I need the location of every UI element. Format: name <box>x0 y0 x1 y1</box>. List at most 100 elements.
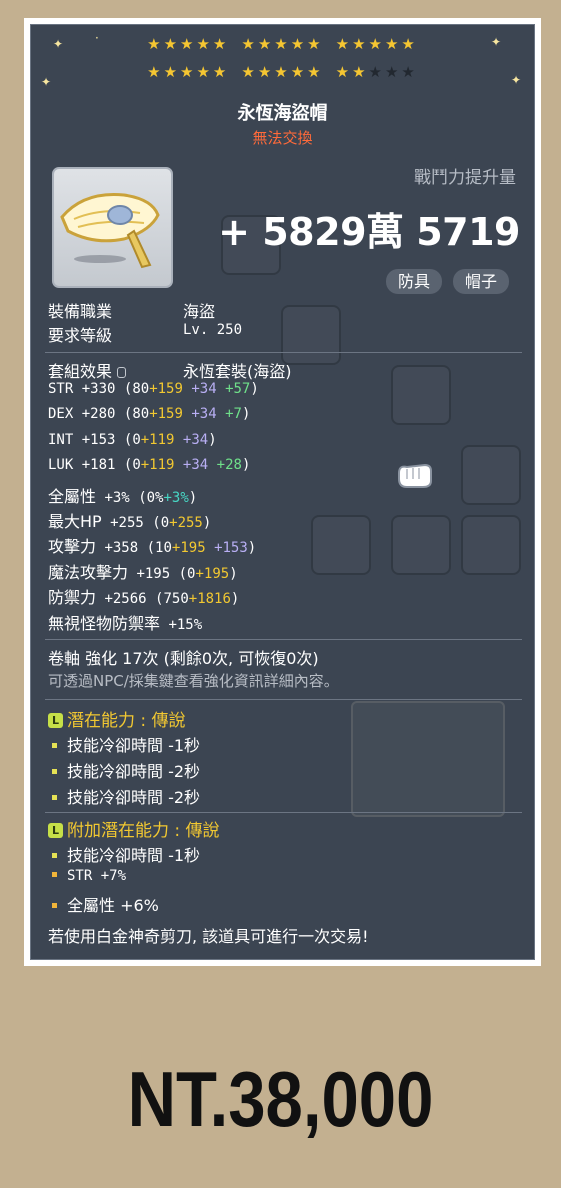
bg-slot <box>391 515 451 575</box>
stat-row: INT +153 (0+119 +34) <box>48 432 217 448</box>
stat-total: +255 <box>110 515 144 531</box>
potential-header-text: 潛在能力 : 傳說 <box>67 711 186 731</box>
stat-close: ) <box>241 457 251 473</box>
star-icon-group: ★★★★★ <box>147 63 230 81</box>
stat-base: (10 <box>146 540 172 556</box>
bg-slot <box>311 515 371 575</box>
stat-name: 無視怪物防禦率 <box>48 614 161 633</box>
set-effect-label-text: 套組效果 <box>48 362 113 381</box>
bullet-icon <box>52 902 57 908</box>
additional-potential-line: STR +7% <box>50 868 126 884</box>
stat-total: +195 <box>136 566 171 582</box>
stat-row: DEX +280 (80+159 +34 +7) <box>48 406 250 422</box>
stat-close: ) <box>241 406 251 422</box>
tag-armor: 防具 <box>386 269 443 294</box>
potential-line-text: 技能冷卻時間 -2秒 <box>67 788 201 807</box>
bg-slot <box>461 515 521 575</box>
divider <box>45 699 522 700</box>
bullet-icon <box>52 742 57 748</box>
stat-base: (0 <box>152 515 170 531</box>
divider <box>45 352 522 353</box>
stat-name: 攻擊力 <box>48 537 97 556</box>
set-effect-label: 套組效果 <box>48 358 132 382</box>
background-sign <box>351 701 505 817</box>
item-name: 永恆海盜帽 <box>237 103 328 124</box>
stat-close: ) <box>250 381 259 397</box>
stat-extra: +34 <box>182 457 209 473</box>
stat-bonus: +255 <box>169 515 203 531</box>
stat-base: (80 <box>123 406 150 422</box>
stat-close: ) <box>188 490 198 506</box>
star-icon-group: ★★★★★ <box>241 63 324 81</box>
stat-row: 魔法攻擊力 +195 (0+195) <box>48 559 238 583</box>
trade-status: 無法交換 <box>252 129 313 147</box>
stat-close: ) <box>230 591 240 607</box>
stat-total: +2566 <box>104 591 147 607</box>
stat-name: INT <box>48 432 74 448</box>
stat-base: (0 <box>123 457 141 473</box>
stat-total: +280 <box>81 406 116 422</box>
scroll-hint: 可透過NPC/採集鍵查看強化資訊詳細內容。 <box>48 672 339 690</box>
stat-extra: +34 <box>182 432 209 448</box>
stat-bonus: +159 <box>149 406 183 422</box>
stat-name: 全屬性 <box>48 487 97 506</box>
stat-starforce: +57 <box>225 381 251 397</box>
stat-starforce: +28 <box>216 457 242 473</box>
power-value: + 5829萬 5719 <box>218 210 520 254</box>
stat-bonus: +3% <box>163 490 189 506</box>
stat-total: +153 <box>81 432 116 448</box>
power-label: 戰鬥力提升量 <box>414 168 516 188</box>
bg-slot <box>391 365 451 425</box>
stat-extra: +34 <box>191 406 217 422</box>
glove-cursor-icon <box>395 459 435 491</box>
stat-close: ) <box>202 515 212 531</box>
stat-base: (0 <box>178 566 196 582</box>
stat-bonus: +119 <box>140 457 175 473</box>
stat-bonus: +159 <box>149 381 183 397</box>
stat-name: STR <box>48 381 74 397</box>
bullet-icon <box>52 852 57 858</box>
stat-close: ) <box>208 432 217 448</box>
scissors-trade-note: 若使用白金神奇剪刀, 該道具可進行一次交易! <box>48 927 369 946</box>
legendary-badge-icon: L <box>48 823 63 838</box>
job-value: 海盜 <box>183 302 216 321</box>
stat-name: DEX <box>48 406 74 422</box>
lock-icon <box>117 367 127 378</box>
additional-potential-line: 全屬性 +6% <box>50 892 159 916</box>
stat-close: ) <box>247 540 257 556</box>
stat-bonus: +1816 <box>188 591 231 607</box>
bg-slot <box>461 445 521 505</box>
stat-total: +3% <box>104 490 130 506</box>
stat-base: (0% <box>138 490 164 506</box>
level-value: Lv. 250 <box>183 322 243 338</box>
potential-header: L 潛在能力 : 傳說 <box>48 706 186 731</box>
additional-line-text: 全屬性 +6% <box>67 896 159 915</box>
stat-total: +181 <box>81 457 116 473</box>
bullet-icon <box>52 794 57 800</box>
scroll-enhance: 卷軸 強化 17次 (剩餘0次, 可恢復0次) <box>48 649 319 668</box>
star-icon-group: ★★★★★ <box>335 63 418 81</box>
stat-base: (80 <box>123 381 150 397</box>
bullet-icon <box>52 872 57 877</box>
potential-line-text: 技能冷卻時間 -2秒 <box>67 762 201 781</box>
stat-row: STR +330 (80+159 +34 +57) <box>48 381 259 397</box>
star-icon-group: ★★★★★ <box>335 35 418 53</box>
potential-line: 技能冷卻時間 -2秒 <box>50 784 200 808</box>
stat-base: (750 <box>155 591 189 607</box>
star-force-row-1: ★★★★★ ★★★★★ ★★★★★ <box>31 35 534 53</box>
stat-name: 魔法攻擊力 <box>48 563 129 582</box>
stat-name: 防禦力 <box>48 588 97 607</box>
star-force-row-2: ★★★★★ ★★★★★ ★★★★★ <box>31 63 534 81</box>
item-tooltip: ✦ · ✦ ✦ ✦ ★★★★★ ★★★★★ ★★★★★ ★★★★★ ★★★★★ ★★★★… <box>30 24 535 960</box>
potential-line-text: 技能冷卻時間 -1秒 <box>67 736 201 755</box>
stat-bonus: +119 <box>140 432 175 448</box>
star-icon-group: ★★★★★ <box>147 35 230 53</box>
stat-row: 防禦力 +2566 (750+1816) <box>48 584 239 608</box>
level-label: 要求等級 <box>48 326 113 345</box>
additional-potential-header: L 附加潛在能力 : 傳說 <box>48 816 220 841</box>
stat-row: LUK +181 (0+119 +34 +28) <box>48 457 250 473</box>
additional-potential-header-text: 附加潛在能力 : 傳說 <box>67 821 220 841</box>
star-icon-group: ★★★★★ <box>241 35 324 53</box>
legendary-badge-icon: L <box>48 713 63 728</box>
stat-total: +330 <box>81 381 116 397</box>
